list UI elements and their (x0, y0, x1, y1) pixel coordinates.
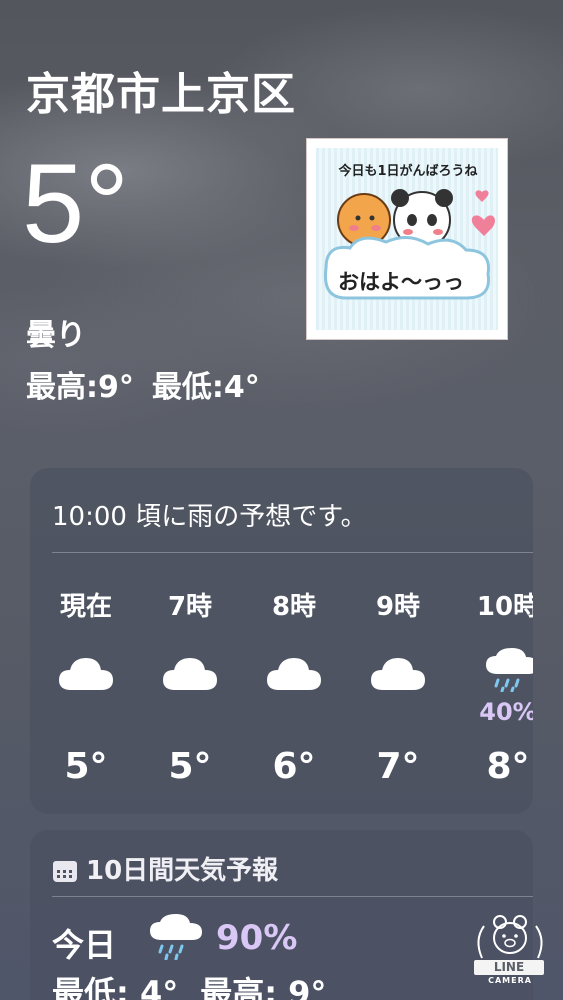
cloud-icon (371, 658, 425, 690)
watermark-sub: CAMERA (488, 976, 532, 985)
hour-temperature: 5° (168, 746, 212, 787)
hour-label: 7時 (167, 592, 213, 622)
current-high-low: 最高:9° 最低:4° (26, 362, 278, 406)
hour-precipitation: 40% (479, 698, 533, 726)
daily-header: 10日間天気予報 (52, 850, 278, 887)
calendar-icon (53, 861, 77, 882)
cloud-icon (59, 658, 113, 690)
hour-item: 9時 7° (356, 586, 440, 787)
daily-header-label: 10日間天気予報 (86, 856, 279, 886)
bear-logo-icon (477, 915, 543, 959)
hour-temperature: 7° (376, 746, 420, 787)
daily-divider (52, 896, 533, 897)
hour-temperature: 8° (486, 746, 530, 787)
cloud-rain-icon (150, 914, 202, 960)
cloud-rain-icon (486, 648, 533, 692)
sticker-bottom-text: おはよ〜っっ (338, 270, 464, 294)
hour-label: 9時 (375, 592, 421, 622)
daily-low-high: 最低: 4° 最高: 9° (52, 968, 348, 1000)
hour-item: 10時 40% 8° (466, 586, 533, 787)
hour-item: 8時 6° (252, 586, 336, 787)
daily-forecast-card[interactable]: 10日間天気予報 今日 90% 最低: 4° 最高: 9° (30, 830, 533, 1000)
hour-item: 7時 5° (148, 586, 232, 787)
greeting-sticker: 今日も1日がんばろうね おはよ〜っっ (306, 138, 508, 340)
current-temperature: 5° (22, 141, 130, 266)
hour-label: 10時 (476, 592, 533, 622)
cloud-icon (163, 658, 217, 690)
daily-high: 最高: 9° (200, 974, 327, 1000)
daily-precipitation: 90% (216, 918, 298, 958)
location-title: 京都市上京区 (26, 69, 296, 120)
watermark-brand: LINE (474, 960, 544, 975)
hour-temperature: 5° (64, 746, 108, 787)
hour-label: 現在 (59, 592, 112, 622)
daily-low: 最低: 4° (52, 974, 179, 1000)
hourly-forecast-card[interactable]: 10:00 頃に雨の予想です。 現在 5° 7時 5° 8時 6° 9時 7° … (30, 468, 533, 814)
hour-temperature: 6° (272, 746, 316, 787)
hour-label: 8時 (271, 592, 317, 622)
current-low: 最低:4° (151, 370, 260, 405)
hourly-divider (52, 552, 533, 553)
hour-item: 現在 5° (44, 586, 128, 787)
sticker-illustration (323, 189, 495, 300)
daily-day-label: 今日 (52, 926, 117, 964)
current-condition: 曇り (26, 318, 86, 353)
sticker-background: 今日も1日がんばろうね おはよ〜っっ (316, 148, 498, 330)
current-high: 最高:9° (26, 370, 134, 405)
line-camera-watermark: LINE CAMERA (470, 910, 550, 990)
hourly-summary: 10:00 頃に雨の予想です。 (52, 502, 367, 532)
cloud-icon (267, 658, 321, 690)
